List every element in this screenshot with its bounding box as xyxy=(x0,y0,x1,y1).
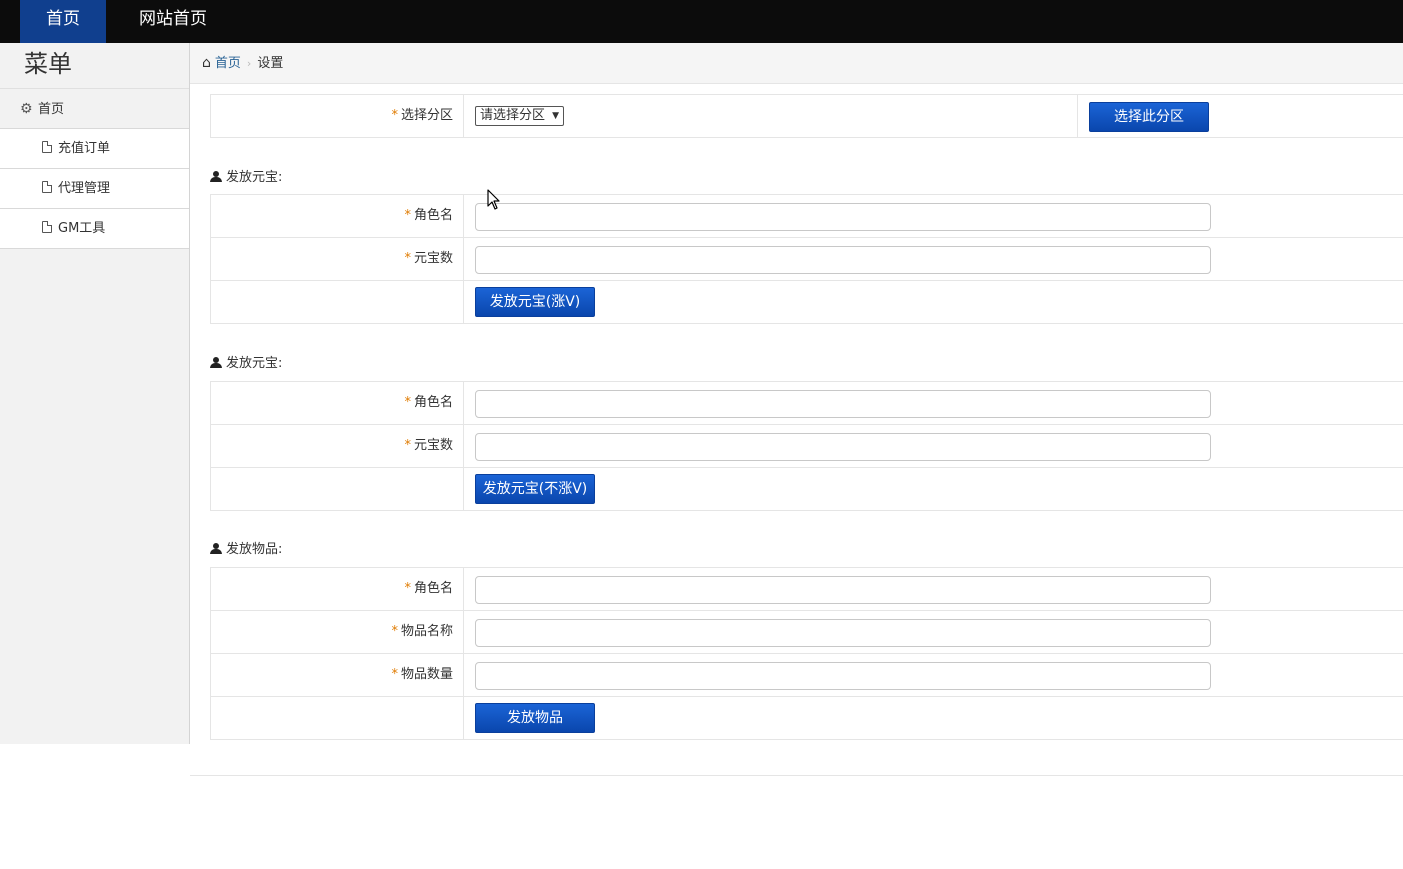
section-title-items: 发放物品: xyxy=(210,538,282,557)
nav-home-tab[interactable]: 首页 xyxy=(20,0,106,43)
item-quantity-label: * 物品数量 xyxy=(211,654,464,696)
label-text: 元宝数 xyxy=(413,251,453,266)
form-row: * 物品名称 xyxy=(210,610,1403,654)
form-row: * 元宝数 xyxy=(210,424,1403,468)
role-name-input[interactable] xyxy=(475,203,1211,231)
user-icon xyxy=(210,171,222,182)
required-mark: * xyxy=(391,624,398,639)
label-text: 角色名 xyxy=(413,581,453,596)
form-row: 发放物品 xyxy=(210,696,1403,740)
sidebar-item-label: GM工具 xyxy=(58,221,106,236)
label-text: 角色名 xyxy=(413,395,453,410)
sidebar-item-label: 充值订单 xyxy=(58,141,111,156)
item-name-input[interactable] xyxy=(475,619,1211,647)
role-name-label: * 角色名 xyxy=(211,568,464,610)
item-name-label: * 物品名称 xyxy=(211,611,464,653)
breadcrumb-current: 设置 xyxy=(257,56,284,71)
user-icon xyxy=(210,543,222,554)
zone-label-text: 选择分区 xyxy=(400,108,453,123)
role-name-input[interactable] xyxy=(475,390,1211,418)
file-icon xyxy=(42,221,52,233)
form-row: * 角色名 xyxy=(210,381,1403,425)
top-navbar: 首页 网站首页 xyxy=(0,0,1403,43)
yuanbao-amount-input[interactable] xyxy=(475,246,1211,274)
sidebar-item-agent-management[interactable]: 代理管理 xyxy=(0,169,189,209)
section-title-text: 发放元宝: xyxy=(226,170,283,185)
label-text: 元宝数 xyxy=(413,438,453,453)
zone-label: * 选择分区 xyxy=(211,95,464,137)
form-row: * 元宝数 xyxy=(210,237,1403,281)
file-icon xyxy=(42,141,52,153)
sidebar-item-label: 首页 xyxy=(38,102,65,117)
empty-label xyxy=(211,468,464,510)
role-name-input[interactable] xyxy=(475,576,1211,604)
empty-label xyxy=(211,281,464,323)
sidebar-title: 菜单 xyxy=(0,43,189,89)
yuanbao-amount-label: * 元宝数 xyxy=(211,425,464,467)
section-title-yuanbao-nov: 发放元宝: xyxy=(210,352,282,371)
send-yuanbao-nov-button[interactable]: 发放元宝(不涨V) xyxy=(475,474,595,504)
yuanbao-amount-input[interactable] xyxy=(475,433,1211,461)
form-row: * 物品数量 xyxy=(210,653,1403,697)
required-mark: * xyxy=(404,251,411,266)
section-title-text: 发放物品: xyxy=(226,542,283,557)
sidebar-item-home[interactable]: ⚙ 首页 xyxy=(0,89,189,129)
section-title-yuanbao-v: 发放元宝: xyxy=(210,166,282,185)
mouse-cursor-icon xyxy=(487,189,500,210)
sidebar-item-gm-tools[interactable]: GM工具 xyxy=(0,209,189,249)
form-row: * 角色名 xyxy=(210,567,1403,611)
zone-select-value: 请选择分区 xyxy=(480,108,546,123)
nav-site-home-link[interactable]: 网站首页 xyxy=(128,0,218,43)
form-row: 发放元宝(涨V) xyxy=(210,280,1403,324)
required-mark: * xyxy=(391,667,398,682)
sidebar-item-recharge-orders[interactable]: 充值订单 xyxy=(0,129,189,169)
sidebar-item-label: 代理管理 xyxy=(58,181,111,196)
required-mark: * xyxy=(404,395,411,410)
chevron-right-icon: › xyxy=(246,57,252,70)
zone-button-cell: 选择此分区 xyxy=(1077,95,1403,137)
required-mark: * xyxy=(404,438,411,453)
divider xyxy=(190,775,1403,776)
item-quantity-input[interactable] xyxy=(475,662,1211,690)
label-text: 物品数量 xyxy=(400,667,453,682)
role-name-label: * 角色名 xyxy=(211,382,464,424)
empty-label xyxy=(211,697,464,739)
breadcrumb: ⌂ 首页 › 设置 xyxy=(190,43,1403,84)
sidebar: 菜单 ⚙ 首页 充值订单 代理管理 GM工具 xyxy=(0,43,190,744)
form-row: 发放元宝(不涨V) xyxy=(210,467,1403,511)
home-icon: ⌂ xyxy=(202,55,211,71)
required-mark: * xyxy=(404,581,411,596)
section-title-text: 发放元宝: xyxy=(226,356,283,371)
required-mark: * xyxy=(391,108,398,123)
role-name-label: * 角色名 xyxy=(211,195,464,237)
send-items-button[interactable]: 发放物品 xyxy=(475,703,595,733)
send-yuanbao-v-button[interactable]: 发放元宝(涨V) xyxy=(475,287,595,317)
zone-select-row: * 选择分区 请选择分区 ▼ 选择此分区 xyxy=(210,94,1403,138)
select-zone-button[interactable]: 选择此分区 xyxy=(1089,102,1209,132)
label-text: 物品名称 xyxy=(400,624,453,639)
breadcrumb-home-link[interactable]: 首页 xyxy=(215,56,241,71)
yuanbao-amount-label: * 元宝数 xyxy=(211,238,464,280)
zone-select[interactable]: 请选择分区 ▼ xyxy=(475,106,565,126)
gear-icon: ⚙ xyxy=(20,101,33,117)
user-icon xyxy=(210,357,222,368)
label-text: 角色名 xyxy=(413,208,453,223)
chevron-down-icon: ▼ xyxy=(552,111,560,121)
file-icon xyxy=(42,181,52,193)
form-row: * 角色名 xyxy=(210,194,1403,238)
required-mark: * xyxy=(404,208,411,223)
